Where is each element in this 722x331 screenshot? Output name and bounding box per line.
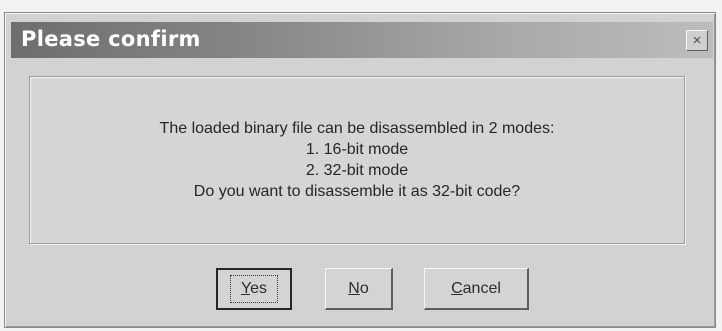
yes-button-label: Yes	[229, 275, 279, 303]
cancel-button-label: Cancel	[451, 280, 501, 298]
title-bar[interactable]: Please confirm ×	[11, 22, 713, 58]
yes-button[interactable]: Yes	[216, 268, 292, 310]
dialog-title: Please confirm	[21, 27, 201, 51]
close-button[interactable]: ×	[686, 30, 708, 51]
yes-mnemonic: Y	[240, 280, 251, 297]
message-panel: The loaded binary file can be disassembl…	[29, 76, 685, 244]
no-mnemonic: N	[348, 279, 360, 297]
confirm-dialog: Please confirm × The loaded binary file …	[4, 12, 716, 328]
no-label-rest: o	[359, 279, 369, 297]
no-button-label: No	[348, 280, 368, 298]
message-line: Do you want to disassemble it as 32-bit …	[193, 183, 521, 200]
message-text: The loaded binary file can be disassembl…	[30, 118, 684, 202]
cancel-button[interactable]: Cancel	[424, 268, 529, 310]
message-line: 2. 32-bit mode	[305, 162, 409, 179]
cancel-label-rest: ancel	[462, 279, 501, 297]
no-button[interactable]: No	[325, 268, 393, 310]
yes-label-rest: es	[250, 280, 268, 297]
close-icon: ×	[692, 32, 702, 49]
cancel-mnemonic: C	[451, 279, 463, 297]
message-line: 1. 16-bit mode	[305, 141, 409, 158]
message-line: The loaded binary file can be disassembl…	[159, 120, 555, 137]
